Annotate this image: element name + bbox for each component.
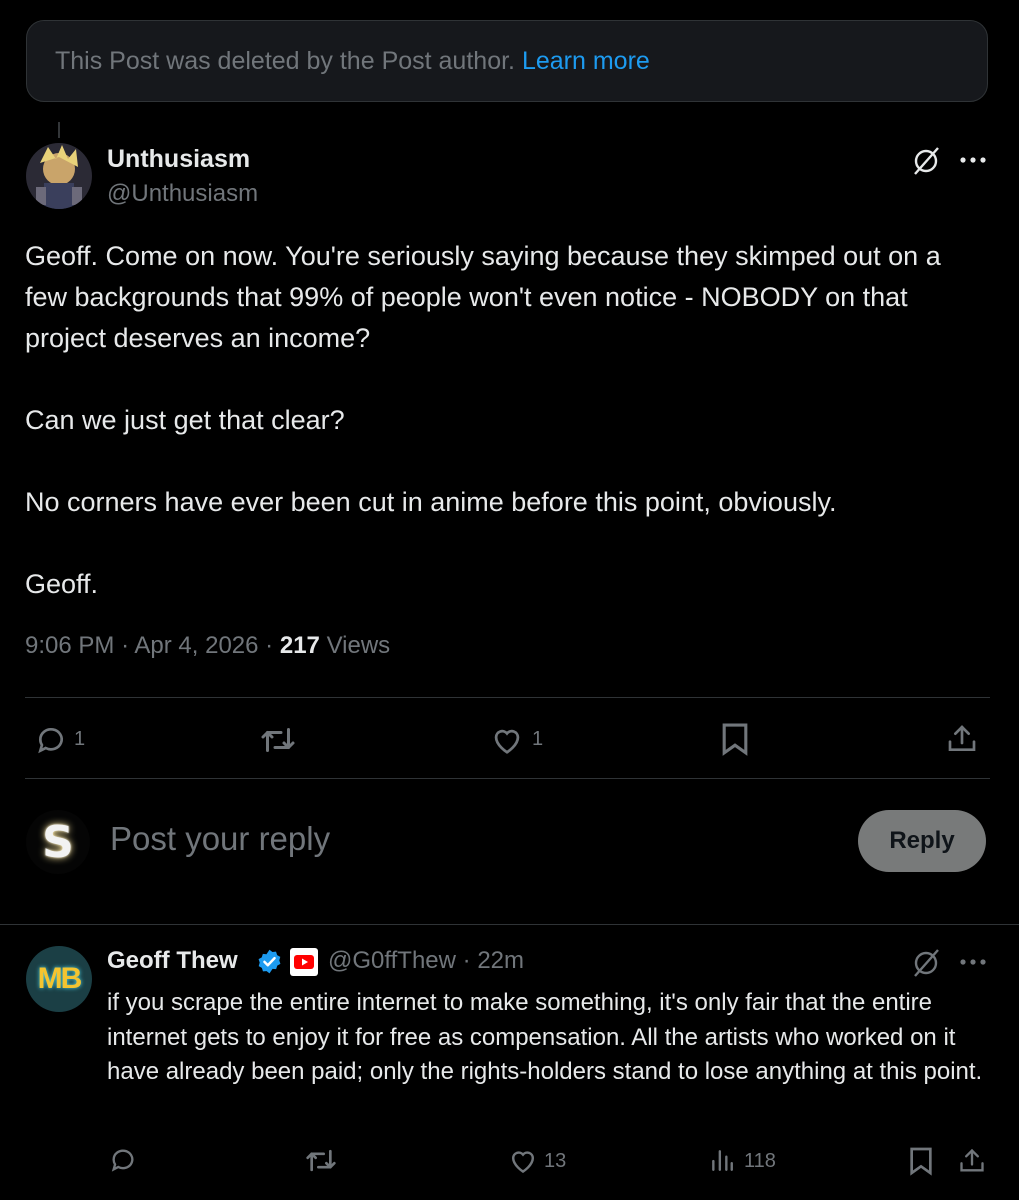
learn-more-link[interactable]: Learn more — [522, 47, 650, 75]
author-name[interactable]: Unthusiasm — [107, 145, 250, 174]
reply-author-name[interactable]: Geoff Thew — [107, 947, 238, 975]
deleted-notice-text: This Post was deleted by the Post author… — [55, 47, 650, 76]
grok-icon[interactable] — [909, 144, 943, 178]
reply-body: if you scrape the entire internet to mak… — [107, 989, 983, 1085]
bookmark-icon[interactable] — [718, 720, 752, 758]
author-handle[interactable]: @Unthusiasm — [107, 180, 258, 208]
like-count: 1 — [532, 728, 544, 750]
repost-icon[interactable] — [258, 722, 298, 758]
reply-count: 1 — [74, 728, 86, 750]
current-user-avatar[interactable]: S — [26, 810, 90, 874]
share-icon[interactable] — [956, 1144, 988, 1178]
post-paragraph: Can we just get that clear? — [25, 405, 345, 435]
reply-author-avatar[interactable]: MB — [26, 946, 92, 1012]
heart-icon[interactable] — [488, 722, 526, 758]
meta-separator: · — [462, 947, 471, 974]
grok-icon[interactable] — [909, 946, 943, 980]
reply-avatar-text: MB — [37, 962, 83, 995]
reply-input[interactable]: Post your reply — [110, 820, 330, 858]
repost-icon[interactable] — [303, 1144, 339, 1176]
post-paragraph: No corners have ever been cut in anime b… — [25, 487, 837, 517]
reply-handle[interactable]: @G0ffThew — [328, 947, 456, 974]
post-meta: 9:06 PM · Apr 4, 2026 · 217 Views — [25, 632, 390, 660]
post-paragraph: Geoff. Come on now. You're seriously say… — [25, 241, 941, 353]
author-avatar[interactable] — [26, 143, 92, 209]
post-paragraph: Geoff. — [25, 569, 99, 599]
divider — [25, 697, 990, 698]
reply-time[interactable]: 22m — [477, 947, 524, 974]
current-user-avatar-letter: S — [42, 816, 74, 868]
deleted-post-notice: This Post was deleted by the Post author… — [26, 20, 988, 102]
thread-connector-line — [58, 122, 60, 138]
views-count: 217 — [279, 632, 320, 659]
post-date[interactable]: Apr 4, 2026 — [134, 632, 258, 659]
view-count: 118 — [744, 1150, 776, 1172]
reply-author-handle: @G0ffThew · 22m — [328, 947, 524, 975]
views-label: Views — [326, 632, 391, 659]
divider — [25, 778, 990, 779]
analytics-icon[interactable] — [706, 1144, 738, 1176]
more-icon[interactable] — [958, 950, 988, 974]
post-body: Geoff. Come on now. You're seriously say… — [25, 236, 985, 605]
reply-icon[interactable] — [33, 722, 69, 758]
reply-button[interactable]: Reply — [858, 810, 986, 872]
share-icon[interactable] — [944, 720, 980, 758]
verified-badge-icon — [256, 948, 283, 980]
post-time[interactable]: 9:06 PM — [25, 632, 114, 659]
meta-separator: · — [121, 632, 130, 659]
youtube-affiliate-icon[interactable] — [290, 948, 318, 976]
like-count: 13 — [544, 1150, 567, 1172]
reply-icon[interactable] — [107, 1144, 139, 1176]
meta-separator: · — [265, 632, 274, 659]
more-icon[interactable] — [958, 148, 988, 172]
heart-icon[interactable] — [506, 1144, 540, 1176]
bookmark-icon[interactable] — [906, 1144, 936, 1178]
section-divider — [0, 924, 1019, 925]
deleted-notice-label: This Post was deleted by the Post author… — [55, 47, 515, 75]
